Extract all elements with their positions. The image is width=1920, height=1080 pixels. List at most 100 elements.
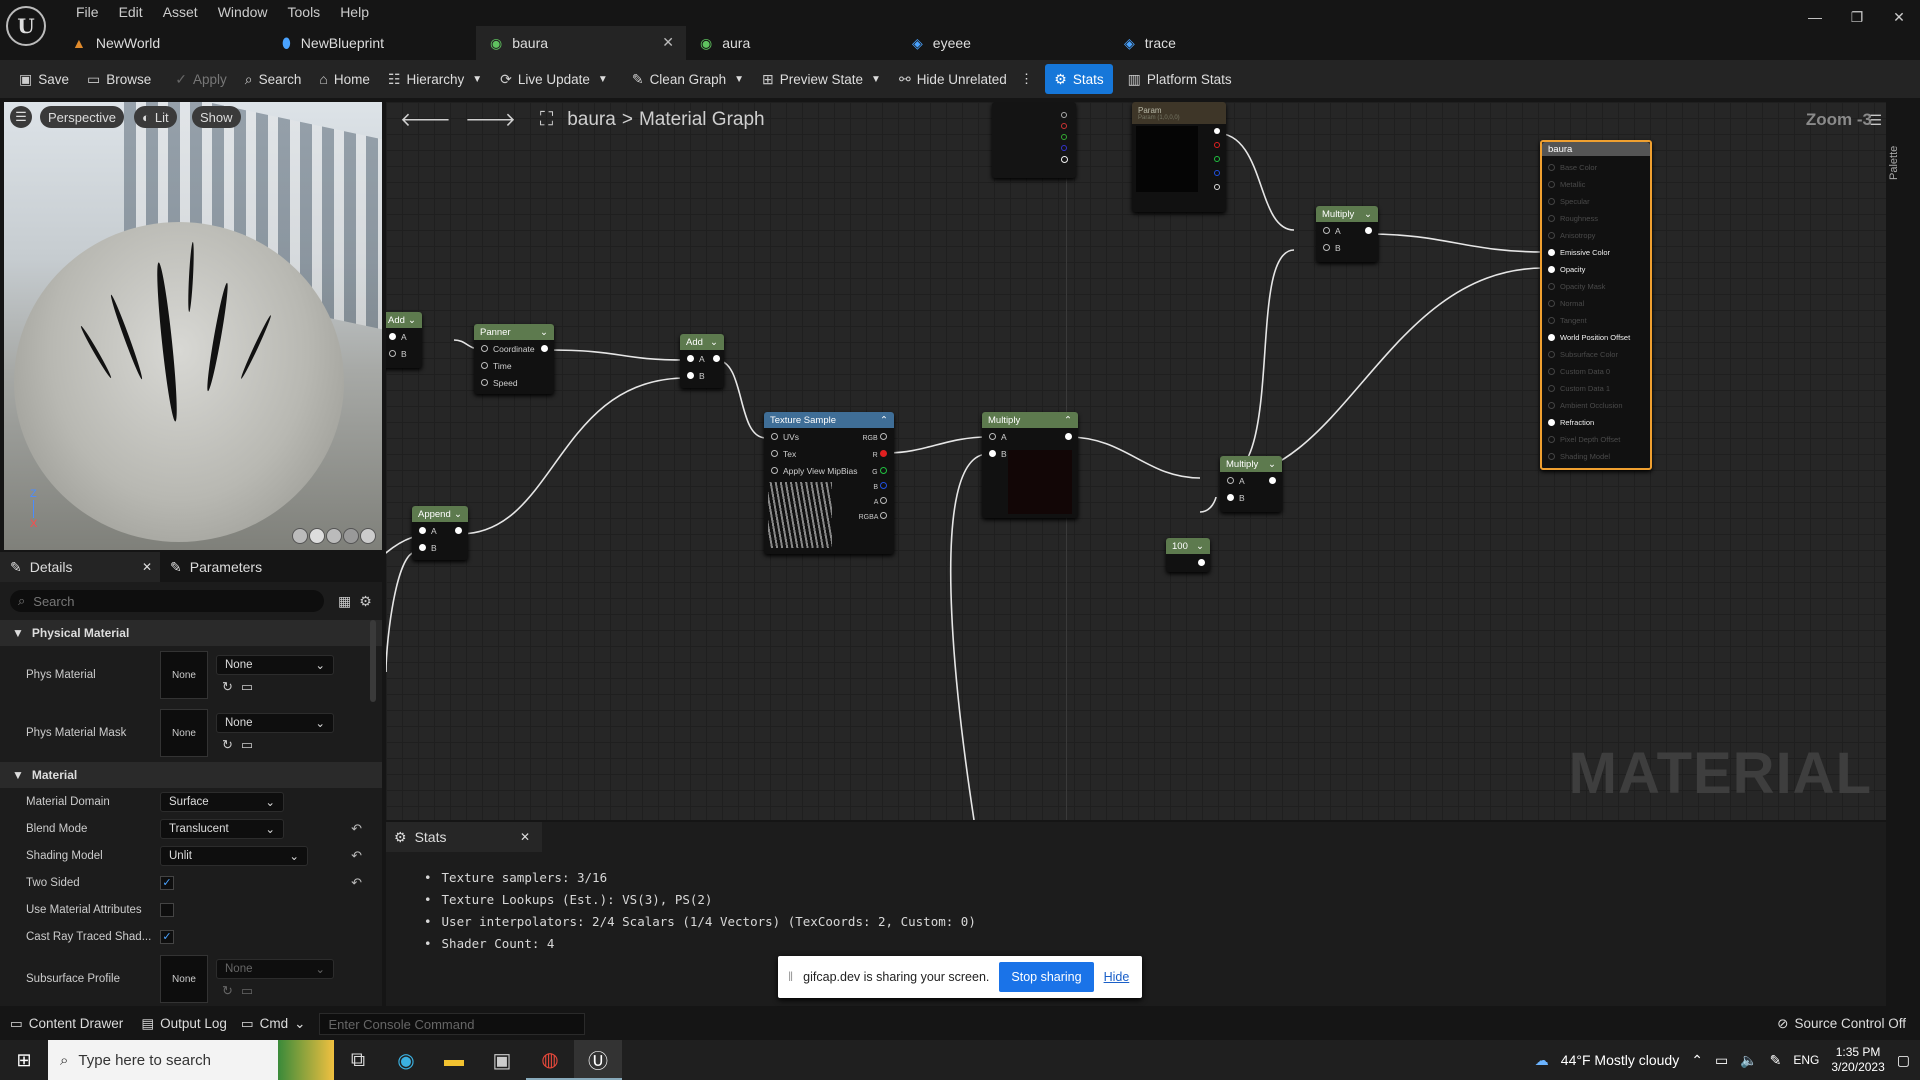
teapot-icon[interactable] (360, 528, 376, 544)
result-pin[interactable]: Specular (1542, 193, 1650, 210)
details-search-input[interactable]: ⌕ Search (10, 590, 324, 612)
tab-aura[interactable]: ◉ aura (686, 26, 898, 60)
result-pin[interactable]: Ambient Occlusion (1542, 397, 1650, 414)
close-icon[interactable]: ✕ (142, 560, 152, 574)
use-selected-icon[interactable]: ↻ (222, 679, 233, 695)
subsurface-profile-dropdown[interactable]: None ⌄ (216, 959, 334, 979)
preview-viewport[interactable]: ☰ Perspective ◐ Lit Show Z X (4, 102, 382, 550)
close-icon[interactable]: ✕ (662, 34, 674, 51)
pin-out[interactable] (541, 345, 548, 352)
section-material[interactable]: ▼ Material (0, 762, 382, 788)
phys-material-thumbnail[interactable]: None (160, 651, 208, 699)
plane-icon[interactable] (326, 528, 342, 544)
pin-b[interactable]: B (680, 367, 724, 384)
pen-icon[interactable]: ✎ (1770, 1052, 1782, 1069)
browse-asset-icon[interactable]: ▭ (241, 737, 253, 753)
pin-b[interactable]: B (1220, 489, 1282, 506)
save-button[interactable]: ▣ Save (10, 64, 78, 94)
store-icon[interactable]: ▣ (478, 1040, 526, 1080)
output-log-button[interactable]: ▤ Output Log (141, 1016, 227, 1032)
two-sided-checkbox[interactable]: ✓ (160, 875, 174, 890)
pin-a[interactable]: A (386, 328, 422, 345)
cube-icon[interactable] (343, 528, 359, 544)
minimize-icon[interactable]: — (1794, 0, 1836, 34)
node-material-result[interactable]: baura Base Color Metallic Specular Roughnes… (1540, 140, 1652, 470)
result-pin[interactable]: Opacity (1542, 261, 1650, 278)
pin-out-b[interactable] (1214, 170, 1220, 176)
menu-edit[interactable]: Edit (109, 2, 153, 22)
reset-to-default-icon[interactable]: ↶ (351, 875, 362, 891)
material-graph-canvas[interactable]: 🡐 🡒 ⛶ baura > Material Graph Zoom -3 ☰ P… (386, 102, 1886, 820)
browse-asset-icon[interactable]: ▭ (241, 983, 253, 999)
pin-out-g[interactable] (1061, 134, 1067, 140)
pin-b[interactable]: B (386, 345, 422, 362)
preview-state-button[interactable]: ⊞ Preview State ▼ (753, 64, 890, 94)
menu-window[interactable]: Window (208, 2, 278, 22)
result-pin[interactable]: Custom Data 1 (1542, 380, 1650, 397)
pin-time[interactable]: Time (474, 357, 554, 374)
pin-out-a[interactable] (1061, 156, 1068, 163)
browse-button[interactable]: ▭ Browse (78, 64, 160, 94)
source-control-button[interactable]: ⊘ Source Control Off (1777, 1016, 1906, 1032)
table-view-icon[interactable]: ▦ (338, 593, 351, 610)
show-button[interactable]: Show (192, 106, 241, 128)
result-pin[interactable]: Emissive Color (1542, 244, 1650, 261)
close-icon[interactable]: ✕ (520, 830, 530, 844)
collapse-icon[interactable]: ⌃ (1064, 415, 1072, 426)
collapse-icon[interactable]: ⌄ (1364, 209, 1372, 220)
pin-out-g[interactable] (1214, 156, 1220, 162)
result-pin[interactable]: Metallic (1542, 176, 1650, 193)
menu-asset[interactable]: Asset (153, 2, 208, 22)
windows-start-icon[interactable]: ⊞ (0, 1040, 48, 1080)
pin-out-b[interactable]: B (873, 482, 887, 491)
apply-button[interactable]: ✓ Apply (166, 64, 236, 94)
node-partial-top[interactable] (992, 102, 1076, 178)
notifications-icon[interactable]: ▢ (1897, 1052, 1910, 1069)
node-multiply-right[interactable]: Multiply ⌄ A B (1220, 456, 1282, 512)
menu-file[interactable]: File (66, 2, 109, 22)
taskbar-search-input[interactable]: ⌕ Type here to search (48, 1040, 334, 1080)
pin-out[interactable] (1061, 112, 1067, 118)
use-selected-icon[interactable]: ↻ (222, 983, 233, 999)
cmd-dropdown[interactable]: ▭ Cmd ⌄ (241, 1016, 306, 1032)
shading-model-dropdown[interactable]: Unlit ⌄ (160, 845, 308, 866)
task-view-icon[interactable]: ⧉ (334, 1040, 382, 1080)
node-append[interactable]: Append ⌄ A B (412, 506, 468, 560)
result-pin[interactable]: Custom Data 0 (1542, 363, 1650, 380)
pin-mipbias[interactable]: Apply View MipBias G (764, 462, 894, 479)
more-options-icon[interactable]: ⋮ (1016, 64, 1038, 94)
result-pin[interactable]: Base Color (1542, 159, 1650, 176)
search-button[interactable]: ⌕ Search (236, 64, 311, 94)
stats-button[interactable]: ⚙ Stats (1045, 64, 1113, 94)
network-icon[interactable]: ▭ (1715, 1052, 1728, 1069)
hide-unrelated-button[interactable]: ⚯ Hide Unrelated (890, 64, 1016, 94)
unreal-logo-icon[interactable]: U (6, 6, 46, 46)
node-param[interactable]: Param Param (1,0,0,0) (1132, 102, 1226, 212)
weather-text[interactable]: 44°F Mostly cloudy (1561, 1052, 1679, 1068)
result-pin[interactable]: Refraction (1542, 414, 1650, 431)
collapse-icon[interactable]: ⌄ (408, 315, 416, 326)
pin-speed[interactable]: Speed (474, 374, 554, 391)
pin-out[interactable] (1365, 227, 1372, 234)
material-domain-dropdown[interactable]: Surface ⌄ (160, 791, 284, 812)
breadcrumb-graph[interactable]: Material Graph (639, 109, 765, 131)
home-button[interactable]: ⌂ Home (310, 64, 378, 94)
node-constant-100[interactable]: 100 ⌄ (1166, 538, 1210, 572)
hierarchy-button[interactable]: ☷ Hierarchy ▼ (379, 64, 491, 94)
tab-newblueprint[interactable]: ⬮ NewBlueprint (268, 26, 476, 60)
reset-to-default-icon[interactable]: ↶ (351, 848, 362, 864)
node-multiply-top[interactable]: Multiply ⌄ A B (1316, 206, 1378, 262)
collapse-icon[interactable]: ⌃ (880, 415, 888, 426)
pin-b[interactable]: B (412, 539, 468, 556)
node-multiply-mid[interactable]: Multiply ⌃ A B (982, 412, 1078, 518)
live-update-button[interactable]: ⟳ Live Update ▼ (491, 64, 617, 94)
pin-out[interactable] (1065, 433, 1072, 440)
result-pin[interactable]: Anisotropy (1542, 227, 1650, 244)
result-pin[interactable]: Opacity Mask (1542, 278, 1650, 295)
close-window-icon[interactable]: ✕ (1878, 0, 1920, 34)
file-explorer-icon[interactable]: ▬ (430, 1040, 478, 1080)
collapse-icon[interactable]: ⌄ (1196, 541, 1204, 552)
clock[interactable]: 1:35 PM 3/20/2023 (1831, 1045, 1884, 1075)
lit-button[interactable]: ◐ Lit (134, 106, 177, 128)
browse-asset-icon[interactable]: ▭ (241, 679, 253, 695)
